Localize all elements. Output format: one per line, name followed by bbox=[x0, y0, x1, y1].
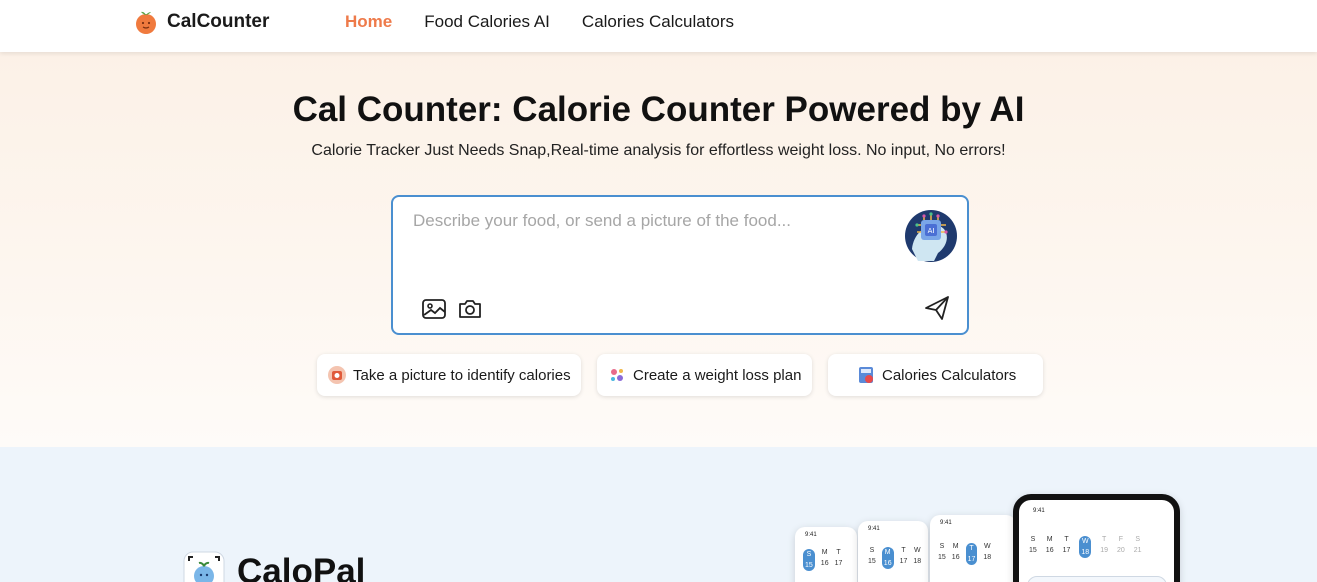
week-day-date: 19 bbox=[1100, 547, 1108, 554]
week-day-date: 18 bbox=[1081, 549, 1090, 556]
ai-badge-text: AI bbox=[928, 227, 935, 235]
hero-section: Cal Counter: Calorie Counter Powered by … bbox=[0, 52, 1317, 447]
phone-mockup-main: 9:41 S 15 M 16 T 17 W 18 T 19 F 20 S 21 bbox=[1013, 494, 1180, 582]
week-strip: S 15 M 16 T 17 W 18 T 19 F 20 S 21 bbox=[1029, 536, 1142, 558]
camera-food-icon bbox=[328, 366, 346, 384]
phone-mockup-3: 9:41 S 15 M 16 T 17 W 18 bbox=[930, 515, 1016, 582]
week-day-letter: T bbox=[1064, 536, 1069, 543]
chip-label: Take a picture to identify calories bbox=[353, 366, 571, 384]
chip-calories-calculators[interactable]: Calories Calculators bbox=[828, 354, 1043, 396]
page-title: Cal Counter: Calorie Counter Powered by … bbox=[292, 90, 1025, 129]
phone-mockup-1: 9:41 S 15 M 16 T 17 bbox=[795, 527, 857, 582]
food-description-input[interactable] bbox=[413, 211, 883, 271]
week-day-letter: T bbox=[1101, 536, 1107, 543]
calopal-name: CaloPal bbox=[237, 552, 366, 582]
nav-calories-calculators[interactable]: Calories Calculators bbox=[582, 12, 734, 32]
calopal-brand: CaloPal bbox=[183, 551, 365, 582]
chip-weight-loss-plan[interactable]: Create a weight loss plan bbox=[597, 354, 812, 396]
nav-home[interactable]: Home bbox=[345, 12, 392, 32]
chip-label: Calories Calculators bbox=[882, 366, 1017, 384]
week-day-letter: W bbox=[1081, 538, 1089, 545]
week-day[interactable]: F 20 bbox=[1117, 536, 1125, 558]
week-day-letter: M bbox=[1046, 536, 1053, 543]
progress-pill bbox=[1027, 576, 1167, 582]
phone-mockup-2: 9:41 S 15 M 16 T 17 W 18 bbox=[858, 521, 928, 582]
logo[interactable]: CalCounter bbox=[133, 9, 269, 35]
food-input-box: AI bbox=[391, 195, 969, 335]
chip-take-picture[interactable]: Take a picture to identify calories bbox=[317, 354, 581, 396]
plan-icon bbox=[611, 369, 623, 381]
chip-label: Create a weight loss plan bbox=[633, 366, 802, 384]
tomato-logo-icon bbox=[136, 11, 156, 34]
week-day-letter: S bbox=[1135, 536, 1141, 543]
week-day-letter: F bbox=[1118, 536, 1124, 543]
week-day-date: 17 bbox=[1062, 547, 1071, 554]
site-header: CalCounter Home Food Calories AI Calorie… bbox=[0, 0, 1317, 52]
week-day-date: 15 bbox=[1029, 547, 1037, 554]
calopal-app-icon bbox=[183, 551, 225, 582]
week-day[interactable]: M 16 bbox=[1046, 536, 1054, 558]
week-day[interactable]: W 18 bbox=[1079, 536, 1092, 558]
send-icon[interactable] bbox=[923, 294, 951, 322]
upload-image-icon[interactable] bbox=[421, 296, 447, 322]
camera-icon[interactable] bbox=[457, 296, 483, 322]
page-subtitle: Calorie Tracker Just Needs Snap,Real-tim… bbox=[311, 142, 1006, 159]
week-day[interactable]: T 17 bbox=[1063, 536, 1071, 558]
logo-text: CalCounter bbox=[167, 11, 270, 32]
week-day-date: 16 bbox=[1045, 547, 1054, 554]
week-day[interactable]: S 21 bbox=[1134, 536, 1142, 558]
week-day[interactable]: T 19 bbox=[1100, 536, 1108, 558]
app-promo-section: CaloPal 9:41 S 15 M 16 T 17 9:41 S 15 M 16 T1… bbox=[0, 447, 1317, 582]
week-day-letter: S bbox=[1030, 536, 1036, 543]
ai-brain-avatar-icon: AI bbox=[905, 210, 957, 262]
week-day-date: 21 bbox=[1133, 547, 1142, 554]
calculator-icon bbox=[859, 367, 873, 383]
main-nav: Home Food Calories AI Calories Calculato… bbox=[345, 12, 734, 32]
nav-food-calories-ai[interactable]: Food Calories AI bbox=[424, 12, 550, 32]
week-day[interactable]: S 15 bbox=[1029, 536, 1037, 558]
week-day-date: 20 bbox=[1116, 547, 1125, 554]
